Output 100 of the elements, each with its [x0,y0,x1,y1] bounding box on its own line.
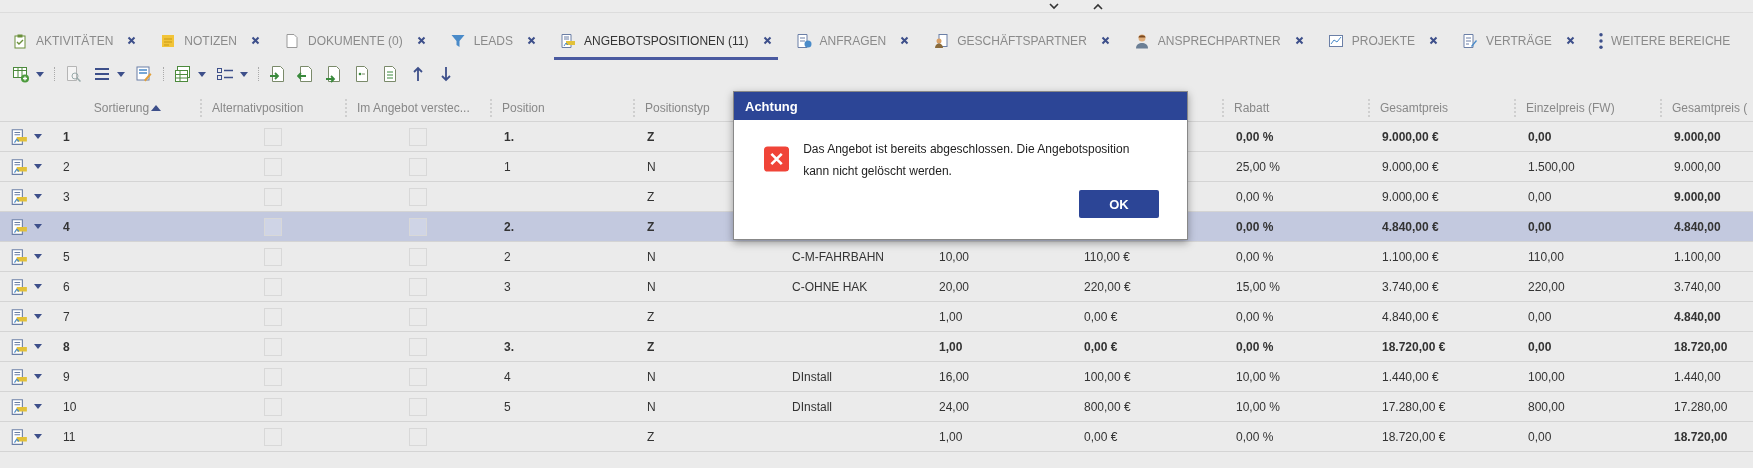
import-left-icon[interactable] [297,65,315,83]
table-cell: 0,00 € [1084,429,1118,444]
tab[interactable]: PROJEKTE [1321,24,1445,60]
edit-list-icon[interactable] [135,65,153,83]
caret-icon[interactable] [34,254,42,259]
caret-icon[interactable] [34,434,42,439]
list-document-icon[interactable] [10,337,28,356]
caret-icon[interactable] [198,71,206,77]
column-header[interactable]: Position [502,100,545,115]
table-icon[interactable] [174,65,192,83]
caret-icon[interactable] [240,71,248,77]
table-cell: N [647,369,656,384]
column-header[interactable]: Rabatt [1234,100,1270,115]
table-row[interactable]: 7 Z 1,00 0,00 € 0,00 % 4.840,00 € 0,00 4.840,00 [0,302,1753,332]
table-cell: 1.100,00 € [1382,249,1439,264]
document-list-icon[interactable] [381,65,399,83]
table-cell: Z [647,429,655,444]
table-cell: 4.840,00 [1674,309,1721,324]
list-document-icon[interactable] [10,157,28,176]
column-header[interactable]: Einzelpreis (FW) [1526,100,1615,115]
table-cell: 5 [504,399,511,414]
tab[interactable]: ANGEBOTSPOSITIONEN (11) [554,24,778,60]
list-document-icon[interactable] [10,217,28,236]
column-header[interactable]: Alternativposition [212,100,304,115]
ok-button[interactable]: OK [1079,190,1159,218]
close-icon[interactable] [1429,36,1439,45]
caret-icon[interactable] [34,194,42,199]
caret-icon[interactable] [34,374,42,379]
column-header[interactable]: Im Angebot verstec... [357,100,470,115]
column-header[interactable]: Sortierung [93,100,162,115]
close-icon[interactable] [1294,36,1304,45]
document-item-icon[interactable] [353,65,371,83]
list-document-icon[interactable] [10,307,28,326]
close-icon[interactable] [762,36,772,45]
table-cell: 25,00 % [1236,159,1281,174]
close-icon[interactable] [416,36,426,45]
table-cell: 1.100,00 [1674,249,1721,264]
list-document-icon[interactable] [10,127,28,146]
expand-up-icon[interactable] [1091,1,1105,11]
table-row[interactable]: 5 2 N C-M-FAHRBAHN 10,00 110,00 € 0,00 % 1.100,00 € 110,00 1.100,00 [0,242,1753,272]
caret-icon[interactable] [34,224,42,229]
table-cell: 1,00 [939,339,963,354]
caret-icon[interactable] [34,134,42,139]
tab[interactable]: ANSPRECHPARTNER [1127,24,1310,60]
export-document-icon[interactable] [325,65,343,83]
caret-icon[interactable] [34,404,42,409]
list-document-icon[interactable] [10,427,28,446]
table-cell: 10,00 [939,249,970,264]
tab[interactable]: GESCHÄFTSPARTNER [927,24,1116,60]
table-cell: 18.720,00 € [1382,429,1446,444]
close-icon[interactable] [127,36,137,45]
list-document-icon[interactable] [10,397,28,416]
column-header[interactable]: Gesamtpreis ( [1672,100,1748,115]
list-document-icon[interactable] [10,187,28,206]
column-header[interactable]: Positionstyp [645,100,710,115]
table-cell: 0,00 [1528,309,1552,324]
table-row[interactable]: 8 3. Z 1,00 0,00 € 0,00 % 18.720,00 € 0,00 18.720,00 [0,332,1753,362]
tab[interactable]: ANFRAGEN [789,24,916,60]
add-table-icon[interactable] [12,65,30,83]
list-icon[interactable] [93,65,111,83]
caret-icon[interactable] [34,284,42,289]
caret-icon[interactable] [34,314,42,319]
table-cell: 17.280,00 [1674,399,1728,414]
document-icon [284,32,300,49]
table-cell: Z [647,129,655,144]
table-cell: 17.280,00 € [1382,399,1446,414]
column-header[interactable]: Gesamtpreis [1380,100,1449,115]
table-cell: 16,00 [939,369,970,384]
table-cell: Z [647,309,655,324]
tab[interactable]: DOKUMENTE (0) [278,24,432,60]
table-cell: 1.500,00 [1528,159,1575,174]
collapse-down-icon[interactable] [1047,1,1061,11]
caret-icon[interactable] [34,164,42,169]
tab[interactable]: LEADS [443,24,543,60]
close-icon[interactable] [1100,36,1110,45]
list-options-icon[interactable] [216,65,234,83]
tab[interactable]: WEITERE BEREICHE [1592,24,1737,60]
import-right-icon[interactable] [269,65,287,83]
table-row[interactable]: 11 Z 1,00 0,00 € 0,00 % 18.720,00 € 0,00 18.720,00 [0,422,1753,452]
close-icon[interactable] [900,36,910,45]
close-icon[interactable] [527,36,537,45]
table-cell: N [647,159,656,174]
table-cell: 0,00 [1528,189,1552,204]
close-icon[interactable] [251,36,260,45]
close-icon[interactable] [1565,36,1575,45]
table-row[interactable]: 10 5 N DInstall 24,00 800,00 € 10,00 % 17.280,00 € 800,00 17.280,00 [0,392,1753,422]
caret-icon[interactable] [36,71,44,77]
list-document-icon[interactable] [10,277,28,296]
table-cell: C-OHNE HAK [792,279,868,294]
tab[interactable]: NOTIZEN [154,24,266,60]
table-row[interactable]: 6 3 N C-OHNE HAK 20,00 220,00 € 15,00 % 3.740,00 € 220,00 3.740,00 [0,272,1753,302]
list-document-icon[interactable] [10,367,28,386]
list-document-icon[interactable] [10,247,28,266]
table-cell: 8 [63,339,70,354]
caret-icon[interactable] [34,344,42,349]
table-row[interactable]: 9 4 N DInstall 16,00 100,00 € 10,00 % 1.440,00 € 100,00 1.440,00 [0,362,1753,392]
tab[interactable]: AKTIVITÄTEN [6,24,143,60]
tab[interactable]: VERTRÄGE [1456,24,1581,60]
caret-icon[interactable] [117,71,125,77]
preview-icon[interactable] [65,65,83,83]
